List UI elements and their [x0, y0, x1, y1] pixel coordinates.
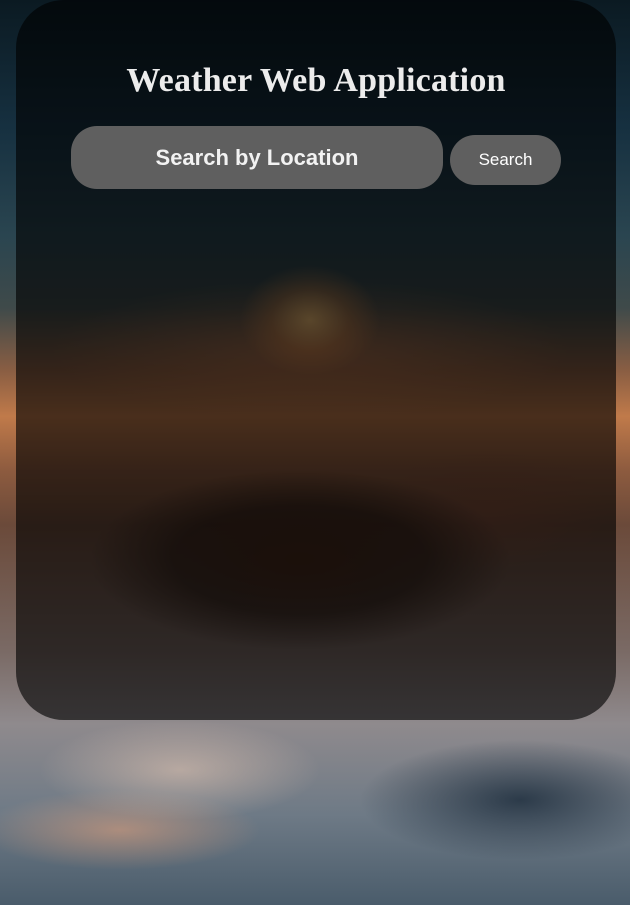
page-title: Weather Web Application	[126, 62, 506, 99]
weather-card: Weather Web Application Search	[16, 0, 616, 720]
search-button[interactable]: Search	[450, 135, 561, 185]
search-bar: Search	[71, 126, 561, 189]
search-input[interactable]	[71, 126, 443, 189]
